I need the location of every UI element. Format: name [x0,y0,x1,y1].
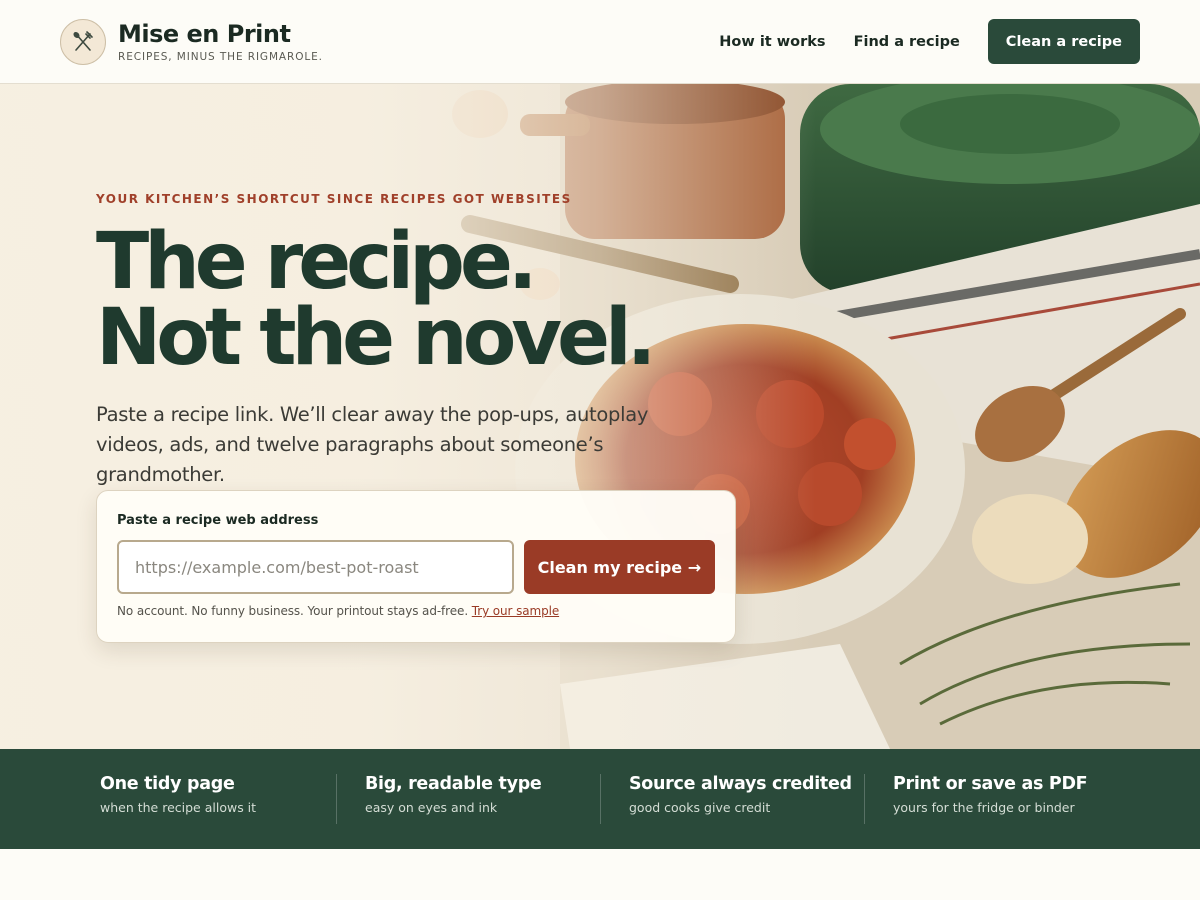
feature-title: Big, readable type [365,774,542,794]
try-sample-link[interactable]: Try our sample [472,604,559,618]
hero-content: YOUR KITCHEN’S SHORTCUT SINCE RECIPES GO… [96,192,736,490]
feature-item: Big, readable type easy on eyes and ink [336,774,600,824]
features-strip: One tidy page when the recipe allows it … [0,749,1200,849]
clean-my-recipe-button[interactable]: Clean my recipe → [523,540,715,594]
feature-title: One tidy page [100,774,235,794]
feature-item: One tidy page when the recipe allows it [72,774,336,824]
hero-headline: The recipe. Not the novel. [96,217,736,383]
headline-line-2: Not the novel. [96,293,656,383]
site-header: Mise en Print RECIPES, MINUS THE RIGMARO… [0,0,1200,84]
recipe-url-input[interactable] [117,540,514,594]
hero-section: YOUR KITCHEN’S SHORTCUT SINCE RECIPES GO… [0,84,1200,749]
brand[interactable]: Mise en Print RECIPES, MINUS THE RIGMARO… [60,18,323,65]
fork-and-spoon-icon [60,18,106,65]
clean-recipe-nav-button[interactable]: Clean a recipe [987,19,1140,64]
feature-item: Source always credited good cooks give c… [600,774,864,824]
main-nav: How it works Find a recipe Clean a recip… [719,19,1140,64]
hero-subtitle: Paste a recipe link. We’ll clear away th… [96,403,649,486]
url-field-label: Paste a recipe web address [117,513,319,528]
feature-subtitle: when the recipe allows it [100,800,257,815]
recipe-url-form: Paste a recipe web address Clean my reci… [96,490,736,643]
form-note: No account. No funny business. Your prin… [117,604,715,618]
feature-title: Print or save as PDF [893,774,1088,794]
brand-name: Mise en Print [118,20,291,48]
form-note-text: No account. No funny business. Your prin… [117,604,469,618]
feature-subtitle: good cooks give credit [629,800,771,815]
brand-tagline: RECIPES, MINUS THE RIGMAROLE. [118,51,323,63]
nav-how-it-works[interactable]: How it works [719,34,825,50]
feature-subtitle: yours for the fridge or binder [893,800,1075,815]
headline-line-1: The recipe. [96,217,538,307]
nav-find-recipe[interactable]: Find a recipe [854,34,960,50]
form-row: Clean my recipe → [117,540,715,594]
feature-title: Source always credited [629,774,852,794]
hero-eyebrow: YOUR KITCHEN’S SHORTCUT SINCE RECIPES GO… [96,192,572,206]
feature-item: Print or save as PDF yours for the fridg… [864,774,1128,824]
feature-subtitle: easy on eyes and ink [365,800,498,815]
page-bottom [0,849,1200,900]
